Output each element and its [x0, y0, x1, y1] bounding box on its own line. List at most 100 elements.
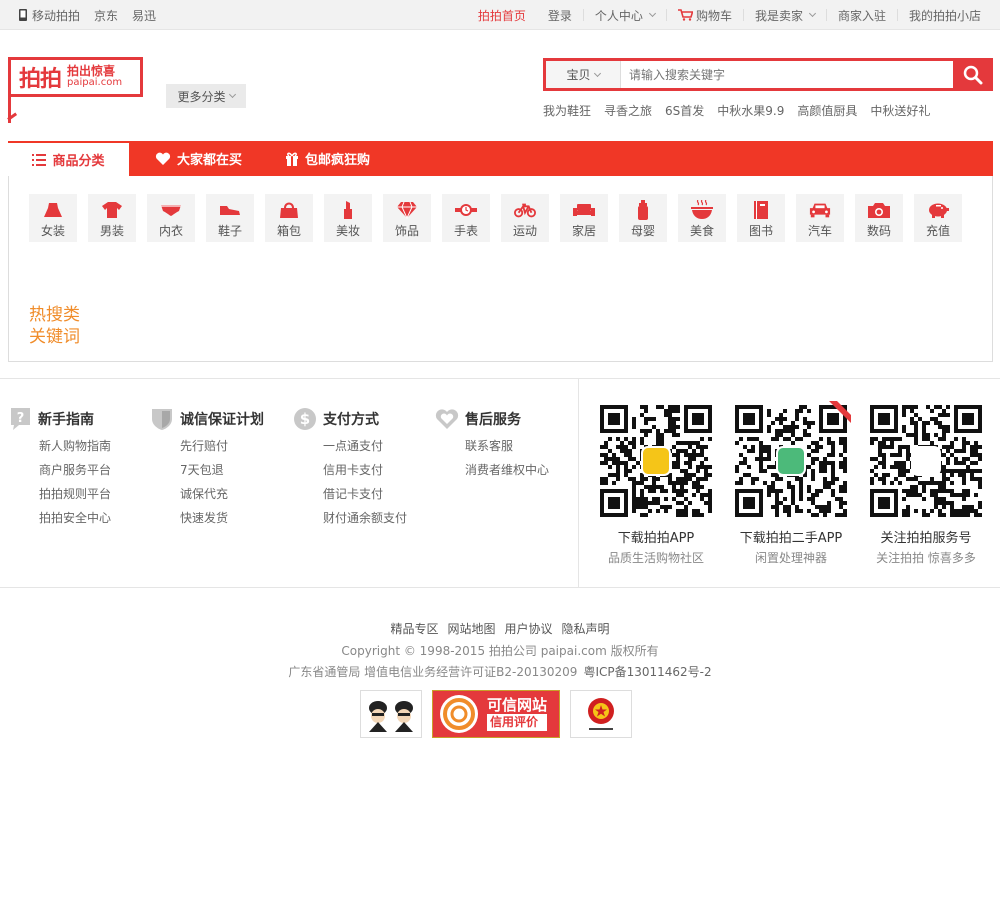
qr-subtitle: 关注拍拍 惊喜多多	[876, 551, 976, 565]
category-underwear[interactable]: 内衣	[147, 194, 195, 242]
category-label: 手表	[453, 224, 478, 238]
icp-link[interactable]: 粤ICP备13011462号-2	[583, 665, 711, 679]
seller-label: 我是卖家	[754, 8, 803, 23]
hot-search-line: 热搜类	[29, 305, 80, 325]
guide-link[interactable]: 联系客服	[465, 437, 549, 454]
police-badge[interactable]	[360, 690, 422, 738]
guide-link[interactable]: 7天包退	[180, 461, 264, 478]
home-link[interactable]: 拍拍首页	[467, 7, 537, 24]
sofa-icon	[573, 204, 595, 216]
new-ribbon-icon	[829, 401, 851, 423]
footer-guides: ? 新手指南 新人购物指南 商户服务平台 拍拍规则平台 拍拍安全中心 诚信保证计…	[0, 378, 1000, 588]
search-input[interactable]	[621, 61, 953, 88]
guide-link[interactable]: 拍拍规则平台	[39, 485, 111, 502]
footer-link[interactable]: 隐私声明	[562, 620, 610, 637]
category-makeup[interactable]: 美妆	[324, 194, 372, 242]
guide-link[interactable]: 先行赔付	[180, 437, 264, 454]
lipstick-icon	[344, 201, 352, 219]
merchant-join-link[interactable]: 商家入驻	[827, 7, 897, 24]
category-food[interactable]: 美食	[678, 194, 726, 242]
tab-product-category[interactable]: 商品分类	[8, 143, 129, 176]
guide-link[interactable]: 拍拍安全中心	[39, 509, 111, 526]
shoe-icon	[220, 206, 240, 215]
tab-free-shipping[interactable]: 包邮疯狂购	[285, 141, 370, 176]
watch-icon	[455, 204, 477, 216]
qr-service-account[interactable]: 关注拍拍服务号 关注拍拍 惊喜多多	[870, 405, 982, 566]
qr-subtitle: 闲置处理神器	[754, 551, 827, 565]
category-home[interactable]: 家居	[560, 194, 608, 242]
qr-title: 下载拍拍APP	[617, 531, 695, 546]
heart-icon	[155, 152, 171, 165]
more-category-button[interactable]: 更多分类	[166, 84, 246, 108]
logo-domain: paipai.com	[67, 77, 123, 88]
hot-word-link[interactable]: 6S首发	[665, 102, 704, 119]
yixun-link[interactable]: 易迅	[132, 7, 156, 24]
search-button[interactable]	[953, 58, 993, 91]
hot-word-link[interactable]: 我为鞋狂	[543, 102, 591, 119]
guide-link[interactable]: 信用卡支付	[323, 461, 407, 478]
category-label: 饰品	[394, 224, 419, 238]
aic-badge[interactable]	[570, 690, 632, 738]
qr-title: 下载拍拍二手APP	[739, 531, 843, 546]
national-emblem-icon	[588, 698, 614, 730]
guide-link[interactable]: 诚保代充	[180, 485, 264, 502]
category-books[interactable]: 图书	[737, 194, 785, 242]
login-link[interactable]: 登录	[537, 7, 583, 24]
question-icon: ?	[11, 408, 30, 430]
qr-code-image	[870, 405, 982, 517]
category-jewelry[interactable]: 饰品	[383, 194, 431, 242]
trusted-site-subtitle: 信用评价	[487, 714, 548, 731]
trusted-site-badge[interactable]: 可信网站 信用评价	[432, 690, 560, 738]
hot-word-link[interactable]: 高颜值厨具	[797, 102, 857, 119]
trusted-site-icon	[440, 695, 478, 733]
category-shoes[interactable]: 鞋子	[206, 194, 254, 242]
hot-word-link[interactable]: 寻香之旅	[604, 102, 652, 119]
guide-link[interactable]: 一点通支付	[323, 437, 407, 454]
gift-icon	[286, 152, 298, 166]
footer-link[interactable]: 用户协议	[505, 620, 553, 637]
guide-payment: $ 支付方式 一点通支付 信用卡支付 借记卡支付 财付通余额支付	[293, 407, 407, 526]
category-sports[interactable]: 运动	[501, 194, 549, 242]
guide-link[interactable]: 商户服务平台	[39, 461, 111, 478]
category-men[interactable]: 男装	[88, 194, 136, 242]
diamond-icon	[397, 201, 417, 219]
hot-word-link[interactable]: 中秋水果9.9	[717, 102, 784, 119]
category-label: 数码	[866, 224, 891, 238]
car-icon	[809, 203, 831, 218]
bowl-icon	[691, 200, 713, 219]
seller-link[interactable]: 我是卖家	[744, 7, 826, 24]
category-women[interactable]: 女装	[29, 194, 77, 242]
category-recharge[interactable]: 充值	[914, 194, 962, 242]
category-baby[interactable]: 母婴	[619, 194, 667, 242]
footer-link[interactable]: 网站地图	[447, 620, 495, 637]
mobile-paipai-link[interactable]: 移动拍拍	[18, 7, 80, 24]
category-label: 鞋子	[217, 224, 242, 238]
qr-code-image	[600, 405, 712, 517]
qr-secondhand-app[interactable]: 下载拍拍二手APP 闲置处理神器	[735, 401, 851, 566]
guide-link[interactable]: 财付通余额支付	[323, 509, 407, 526]
my-shop-link[interactable]: 我的拍拍小店	[898, 7, 992, 24]
category-auto[interactable]: 汽车	[796, 194, 844, 242]
footer-link[interactable]: 精品专区	[390, 620, 438, 637]
hot-search-keywords: 热搜类 关键词	[29, 304, 80, 348]
jd-link[interactable]: 京东	[94, 7, 118, 24]
guide-link[interactable]: 新人购物指南	[39, 437, 111, 454]
search-type-select[interactable]: 宝贝	[546, 61, 621, 88]
shield-icon	[152, 409, 172, 430]
tab-everyone-buying[interactable]: 大家都在买	[155, 141, 242, 176]
category-digital[interactable]: 数码	[855, 194, 903, 242]
category-panel: 女装 男装 内衣 鞋子 箱包 美妆 饰品 手表 运动 家居 母婴 美食 图书 汽…	[8, 176, 993, 362]
category-watch[interactable]: 手表	[442, 194, 490, 242]
personal-center-link[interactable]: 个人中心	[584, 7, 666, 24]
qr-code	[735, 401, 851, 517]
guide-link[interactable]: 消费者维权中心	[465, 461, 549, 478]
hot-word-link[interactable]: 中秋送好礼	[870, 102, 930, 119]
category-bags[interactable]: 箱包	[265, 194, 313, 242]
qr-paipai-app[interactable]: 下载拍拍APP 品质生活购物社区	[600, 405, 712, 566]
qr-code	[870, 405, 982, 517]
category-label: 内衣	[158, 224, 183, 238]
qr-code	[600, 405, 712, 517]
guide-link[interactable]: 借记卡支付	[323, 485, 407, 502]
guide-link[interactable]: 快速发货	[180, 509, 264, 526]
cart-link[interactable]: 购物车	[667, 7, 743, 24]
